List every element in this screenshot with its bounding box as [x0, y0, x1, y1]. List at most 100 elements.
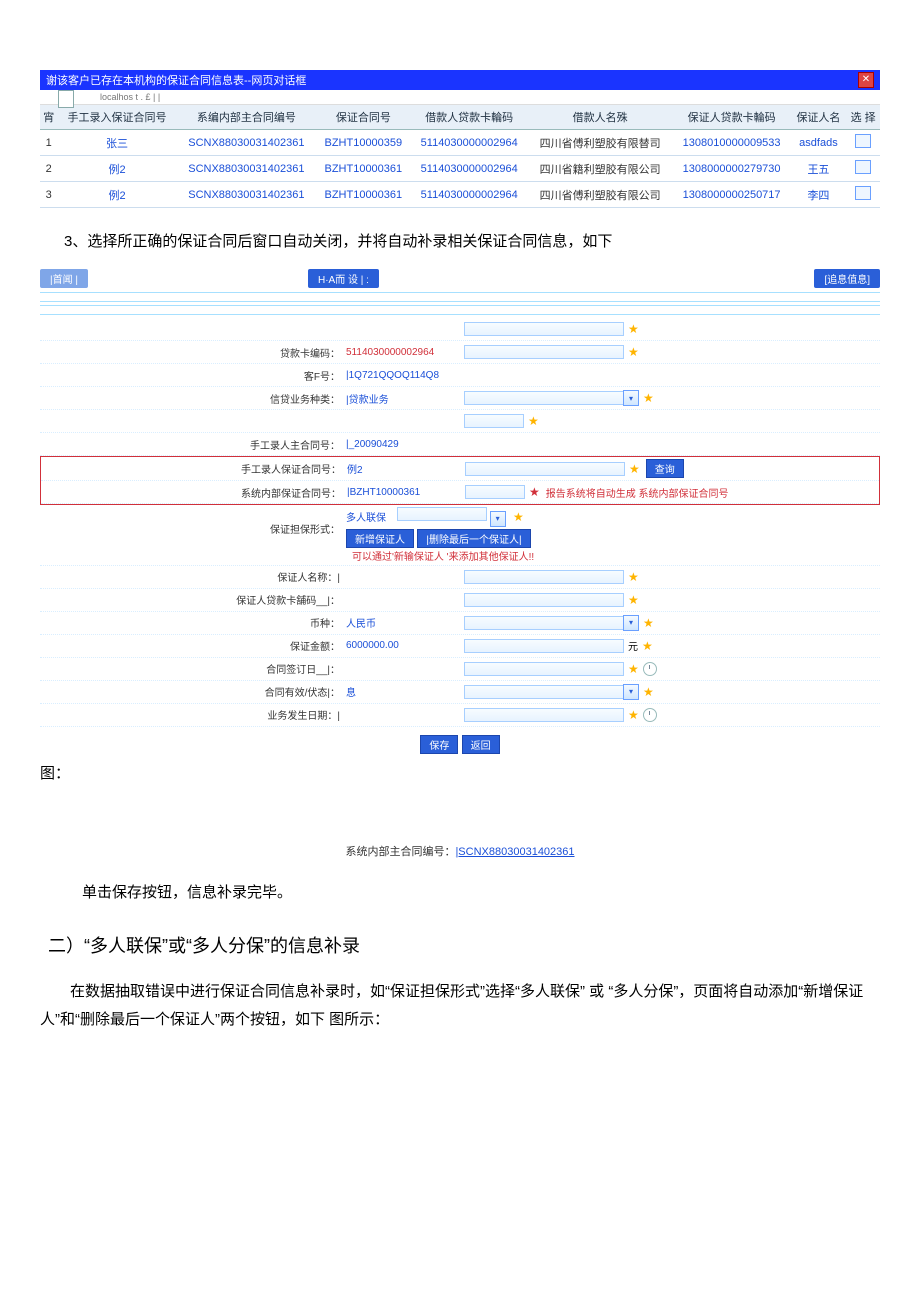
currency-select[interactable]: [464, 616, 624, 630]
delete-last-guarantor-button[interactable]: |删除最后一个保证人|: [417, 529, 530, 548]
guarantor-name-input[interactable]: [464, 570, 624, 584]
add-guarantor-button[interactable]: 新增保证人: [346, 529, 414, 548]
biz-type-label: 信贷业务种类：: [40, 391, 346, 406]
biz-date-input[interactable]: [464, 708, 624, 722]
required-icon: ★: [628, 662, 639, 676]
manual-guar-label: 手工录人保证合同号：: [41, 461, 347, 476]
chevron-down-icon[interactable]: ▾: [490, 511, 506, 527]
col-select: 选 择: [846, 105, 880, 130]
guarantor-card-input[interactable]: [464, 593, 624, 607]
col-contract: 保证合同号: [316, 105, 411, 130]
supplement-line: 系统内部主合同编号：|SCNX88030031402361: [40, 843, 880, 859]
dialog-titlebar: 谢该客户已存在本机构的保证合同信息表--网页对话框 ✕: [40, 70, 880, 90]
cell: 四川省傅利塑胶有限公司: [528, 182, 673, 208]
form-type-hint: 可以通过'新输保证人 '来添加其他保证人!!: [352, 548, 534, 563]
sys-guar-input[interactable]: [465, 485, 525, 499]
manual-guar-input[interactable]: [465, 462, 625, 476]
figure-caption: 图：: [40, 762, 70, 783]
col-manual: 手工录入保证合同号: [57, 105, 176, 130]
select-checkbox[interactable]: [855, 186, 871, 200]
cell: 四川省傅利塑胶有限替司: [528, 130, 673, 156]
currency-label: 币种：: [40, 615, 346, 630]
loan-card-input[interactable]: [464, 345, 624, 359]
required-icon: ★: [629, 462, 640, 476]
loan-card-label: 贷款卡编码：: [40, 345, 346, 360]
sys-guar-hint: 报告系统将自动生成 系统内部保证合同号: [546, 485, 729, 500]
amount-value: 6000000.00: [346, 640, 456, 651]
calendar-icon[interactable]: [643, 662, 657, 676]
form-type-select[interactable]: [397, 507, 487, 521]
supp-label: 系统内部主合同编号：: [345, 846, 455, 858]
select-checkbox[interactable]: [855, 160, 871, 174]
calendar-icon[interactable]: [643, 708, 657, 722]
customer-label: 客F号：: [40, 368, 346, 383]
form-type-value: 多人联保: [346, 509, 386, 524]
sheet-icon: [58, 90, 74, 108]
cell: 2: [40, 156, 57, 182]
col-card: 借款人贷款卡輪码: [411, 105, 528, 130]
required-icon: ★: [513, 510, 524, 524]
guarantor-card-label: 保证人贷款卡舗码__|：: [40, 592, 346, 607]
amount-input[interactable]: [464, 639, 624, 653]
tab-mid[interactable]: H·A而 设 | :: [308, 269, 379, 288]
chevron-down-icon[interactable]: ▾: [623, 684, 639, 700]
tab-right[interactable]: [追息值息]: [814, 269, 880, 288]
dialog-title: 谢该客户已存在本机构的保证合同信息表--网页对话框: [46, 75, 306, 87]
required-icon: ★: [628, 708, 639, 722]
currency-value: 人民币: [346, 615, 456, 630]
loan-card-value: 5114030000002964: [346, 347, 456, 358]
sys-guar-value: |BZHT10000361: [347, 487, 457, 498]
manual-main-label: 手工录人主合同号：: [40, 437, 346, 452]
section-2-heading: 二）“多人联保”或“多人分保”的信息补录: [48, 932, 880, 958]
cell: 四川省籍利塑胶有限公司: [528, 156, 673, 182]
table-row: 3 例2 SCNX88030031402361 BZHT10000361 511…: [40, 182, 880, 208]
cell[interactable]: 张三: [57, 130, 176, 156]
blank-input[interactable]: [464, 322, 624, 336]
biz-type-select[interactable]: [464, 391, 624, 405]
supp-link[interactable]: |SCNX88030031402361: [455, 846, 574, 858]
required-icon: ★: [643, 616, 654, 630]
col-guar-name: 保证人名: [791, 105, 847, 130]
valid-state-label: 合同有效/伏态|：: [40, 684, 346, 699]
col-idx: 宵: [40, 105, 57, 130]
cell: 1: [40, 130, 57, 156]
cell: BZHT10000361: [316, 156, 411, 182]
cell[interactable]: 例2: [57, 182, 176, 208]
sign-date-label: 合同签订日__|：: [40, 661, 346, 676]
cell: SCNX88030031402361: [177, 130, 316, 156]
select-checkbox[interactable]: [855, 134, 871, 148]
customer-value: |1Q721QQOQ114Q8: [346, 370, 456, 381]
required-icon: ★: [628, 345, 639, 359]
sign-date-input[interactable]: [464, 662, 624, 676]
cell[interactable]: 例2: [57, 156, 176, 182]
table-row: 2 例2 SCNX88030031402361 BZHT10000361 511…: [40, 156, 880, 182]
required-icon: ★: [643, 685, 654, 699]
chevron-down-icon[interactable]: ▾: [623, 390, 639, 406]
required-icon: ★: [529, 485, 540, 499]
cell: 5114030000002964: [411, 182, 528, 208]
guarantor-name-label: 保证人名称：|: [40, 569, 346, 584]
back-button[interactable]: 返回: [462, 735, 500, 754]
col-borrower: 借款人名殊: [528, 105, 673, 130]
cell: 5114030000002964: [411, 130, 528, 156]
biz-type-value: |贷款业务: [346, 391, 456, 406]
biz-date-label: 业务发生日期：|: [40, 707, 346, 722]
cell: SCNX88030031402361: [177, 182, 316, 208]
valid-state-select[interactable]: [464, 685, 624, 699]
col-main: 系编内部主合同编号: [177, 105, 316, 130]
small-input[interactable]: [464, 414, 524, 428]
cell: asdfads: [791, 130, 847, 156]
table-row: 1 张三 SCNX88030031402361 BZHT10000359 511…: [40, 130, 880, 156]
guarantee-table: 宵 手工录入保证合同号 系编内部主合同编号 保证合同号 借款人贷款卡輪码 借款人…: [40, 105, 880, 208]
cell: 3: [40, 182, 57, 208]
chevron-down-icon[interactable]: ▾: [623, 615, 639, 631]
cell: 1308000000279730: [673, 156, 791, 182]
cell: 李四: [791, 182, 847, 208]
required-icon: ★: [628, 593, 639, 607]
query-button[interactable]: 查询: [646, 459, 684, 478]
tab-home[interactable]: |首闻 |: [40, 269, 88, 288]
dialog-url-text: localhos t . £ | |: [100, 92, 160, 102]
amount-unit: 元: [628, 638, 638, 653]
save-button[interactable]: 保存: [420, 735, 458, 754]
close-icon[interactable]: ✕: [858, 72, 874, 88]
